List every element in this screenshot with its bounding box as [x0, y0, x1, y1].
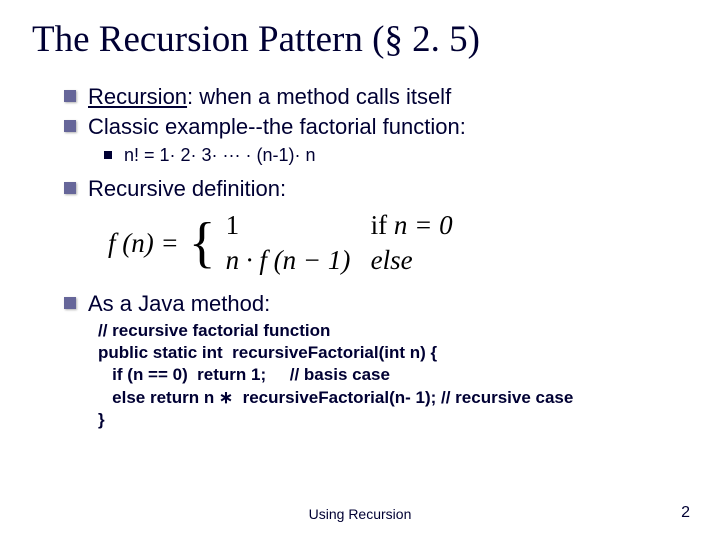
- code-line: // recursive factorial function: [98, 321, 330, 340]
- term-recursion: Recursion: [88, 84, 187, 109]
- subbullet-marker-icon: [104, 151, 112, 159]
- subbullet-text: n! = 1· 2· 3· ··· · (n-1)· n: [124, 144, 316, 167]
- bullet-text: Classic example--the factorial function:: [88, 113, 466, 141]
- case-recursive: n · f (n − 1) else: [226, 245, 453, 276]
- bullet-marker-icon: [64, 297, 76, 309]
- formula-piecewise: f (n) = { 1 if n = 0 n · f (n − 1) else: [108, 210, 690, 276]
- slide-title: The Recursion Pattern (§ 2. 5): [32, 18, 690, 61]
- formula-cases: 1 if n = 0 n · f (n − 1) else: [226, 210, 453, 276]
- bullet-text: Recursive definition:: [88, 175, 286, 203]
- recursion-def-rest: : when a method calls itself: [187, 84, 451, 109]
- bullet-text: Recursion: when a method calls itself: [88, 83, 451, 111]
- bullet-marker-icon: [64, 90, 76, 102]
- bullet-text: As a Java method:: [88, 290, 270, 318]
- code-line: if (n == 0) return 1; // basis case: [98, 365, 390, 384]
- bullet-classic-example: Classic example--the factorial function:: [64, 113, 690, 141]
- footer-label: Using Recursion: [0, 506, 720, 522]
- bullet-marker-icon: [64, 120, 76, 132]
- subbullet-factorial-expansion: n! = 1· 2· 3· ··· · (n-1)· n: [104, 144, 690, 167]
- case-condition: else: [371, 245, 431, 276]
- code-line: }: [98, 410, 105, 429]
- brace-icon: {: [189, 218, 216, 268]
- case-value: 1: [226, 210, 371, 241]
- formula-lhs: f (n) =: [108, 228, 179, 259]
- page-number: 2: [681, 504, 690, 522]
- case-cond-if: if: [371, 210, 388, 240]
- code-block-factorial: // recursive factorial function public s…: [98, 320, 690, 432]
- case-condition: if n = 0: [371, 210, 453, 241]
- case-cond-expr: n = 0: [394, 210, 453, 240]
- case-base: 1 if n = 0: [226, 210, 453, 241]
- bullet-recursive-definition: Recursive definition:: [64, 175, 690, 203]
- bullet-marker-icon: [64, 182, 76, 194]
- bullet-java-method: As a Java method:: [64, 290, 690, 318]
- code-line: else return n ∗ recursiveFactorial(n- 1)…: [98, 388, 573, 407]
- code-line: public static int recursiveFactorial(int…: [98, 343, 437, 362]
- slide: The Recursion Pattern (§ 2. 5) Recursion…: [0, 0, 720, 442]
- bullet-recursion-def: Recursion: when a method calls itself: [64, 83, 690, 111]
- case-value: n · f (n − 1): [226, 245, 371, 276]
